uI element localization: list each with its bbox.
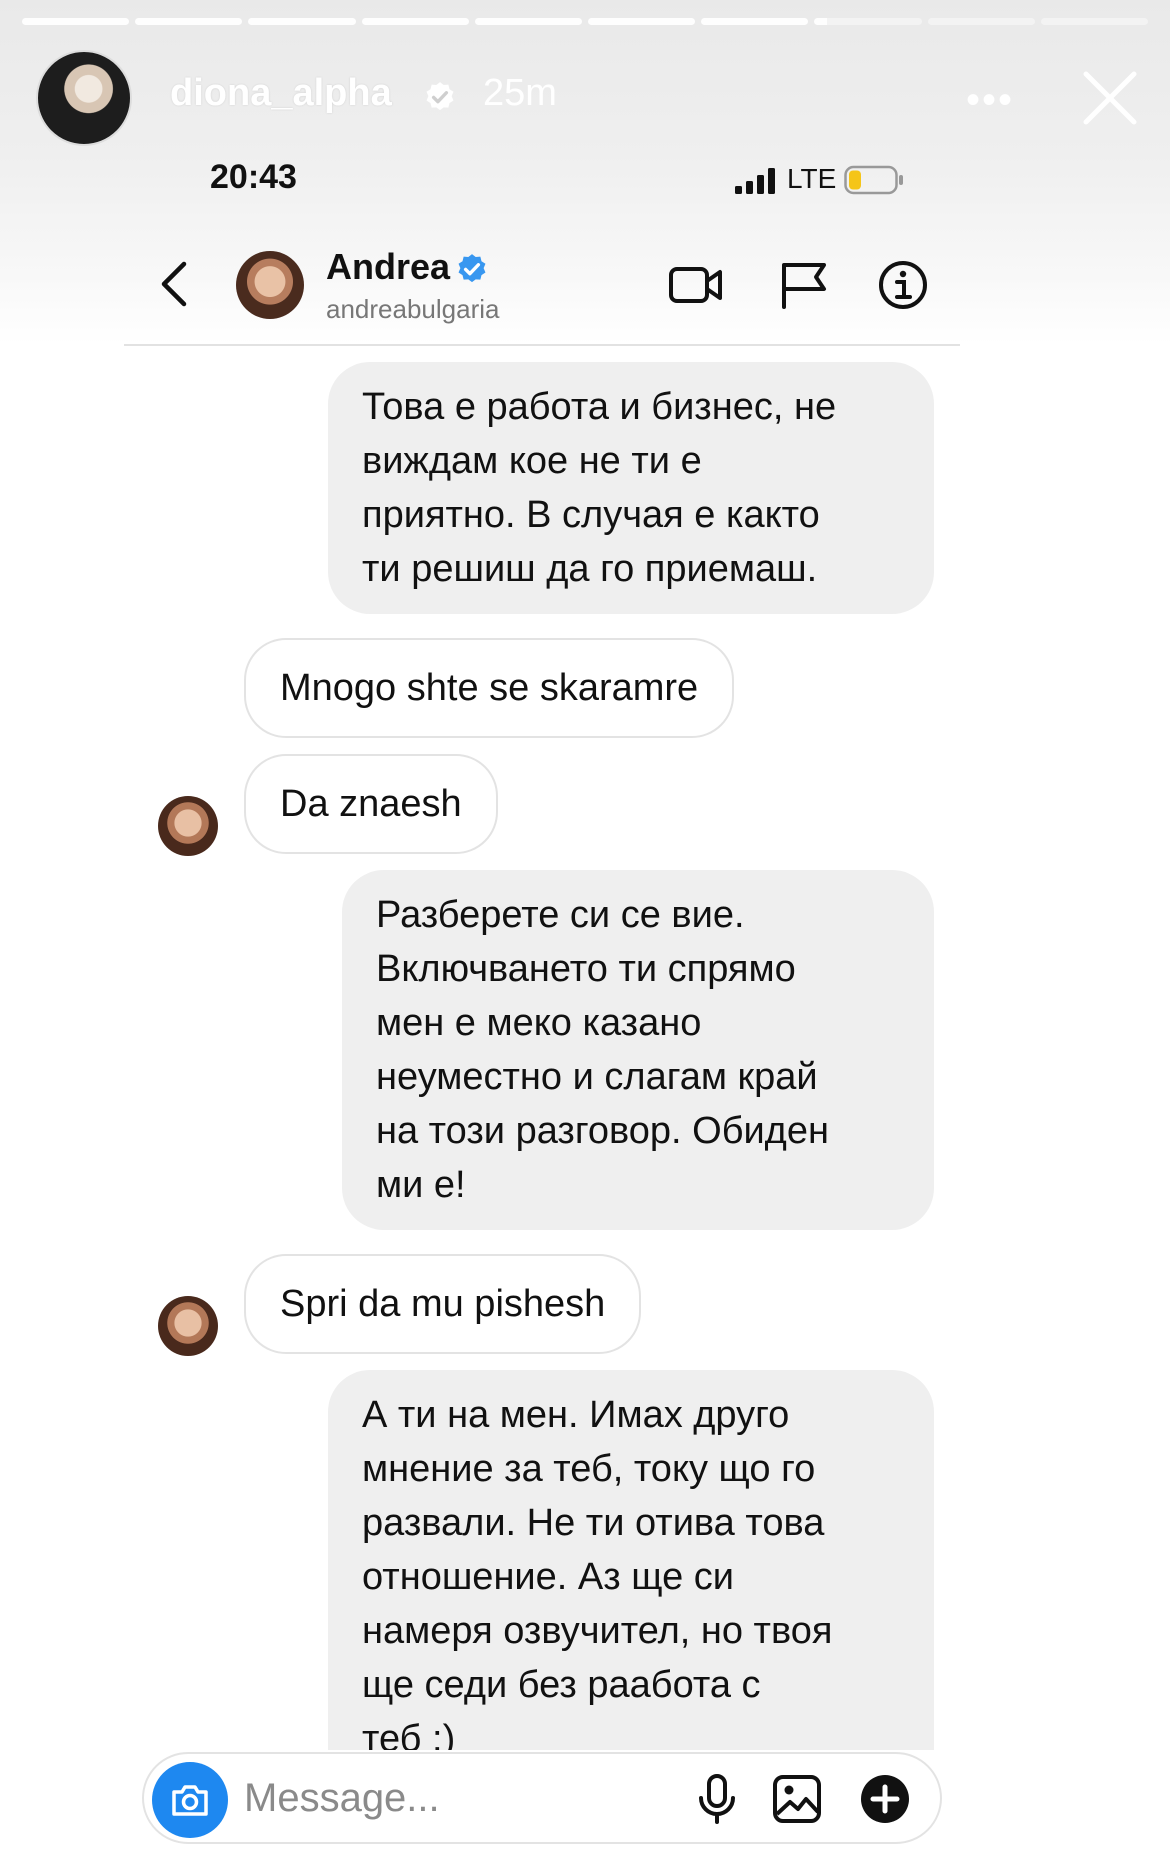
plus-icon[interactable] [858, 1772, 912, 1826]
camera-button[interactable] [152, 1762, 228, 1838]
progress-segment [135, 18, 243, 25]
story-avatar[interactable] [36, 50, 132, 146]
camera-icon [172, 1785, 208, 1816]
sender-avatar[interactable] [158, 1296, 218, 1356]
story-username[interactable]: diona_alpha [170, 72, 392, 115]
progress-segment [22, 18, 130, 25]
message-received[interactable]: Spri da mu pishesh [244, 1254, 642, 1354]
progress-segment [701, 18, 809, 25]
progress-segment [248, 18, 356, 25]
battery-icon [844, 165, 903, 195]
signal-icon [735, 168, 775, 194]
chat-contact-handle: andreabulgaria [326, 294, 500, 324]
verified-badge-icon [458, 254, 486, 283]
status-time: 20:43 [210, 158, 297, 196]
info-icon[interactable] [875, 259, 931, 311]
microphone-icon[interactable] [690, 1772, 744, 1826]
close-icon[interactable] [1078, 66, 1142, 130]
progress-segment [1040, 18, 1149, 25]
network-label: LTE [787, 163, 837, 194]
message-sent[interactable]: А ти на мен. Имах друго мнение за теб, т… [328, 1370, 934, 1750]
sender-avatar[interactable] [158, 796, 218, 856]
message-sent[interactable]: Разберете си се вие. Включването ти спря… [342, 870, 934, 1230]
progress-segment [927, 18, 1035, 25]
message-input[interactable] [244, 1770, 644, 1826]
story-progress-bar [22, 18, 1149, 25]
gallery-icon[interactable] [770, 1772, 824, 1826]
progress-segment [361, 18, 469, 25]
chat-avatar[interactable] [236, 251, 304, 319]
video-call-icon[interactable] [668, 259, 724, 311]
story-posted-time: 25m [483, 72, 557, 114]
header-divider [124, 344, 960, 346]
chat-contact-name[interactable]: Andrea [326, 246, 450, 288]
verified-badge-icon [426, 82, 454, 111]
progress-segment [588, 18, 696, 25]
progress-segment [474, 18, 583, 25]
flag-icon[interactable] [776, 259, 832, 311]
message-received[interactable]: Da znaesh [244, 754, 498, 854]
message-received[interactable]: Mnogo shte se skaramre [244, 638, 735, 738]
more-icon[interactable]: ••• [966, 78, 1014, 123]
progress-segment-active [814, 18, 922, 25]
message-sent[interactable]: Това е работа и бизнес, не виждам кое не… [328, 362, 934, 614]
back-icon[interactable] [156, 258, 192, 310]
